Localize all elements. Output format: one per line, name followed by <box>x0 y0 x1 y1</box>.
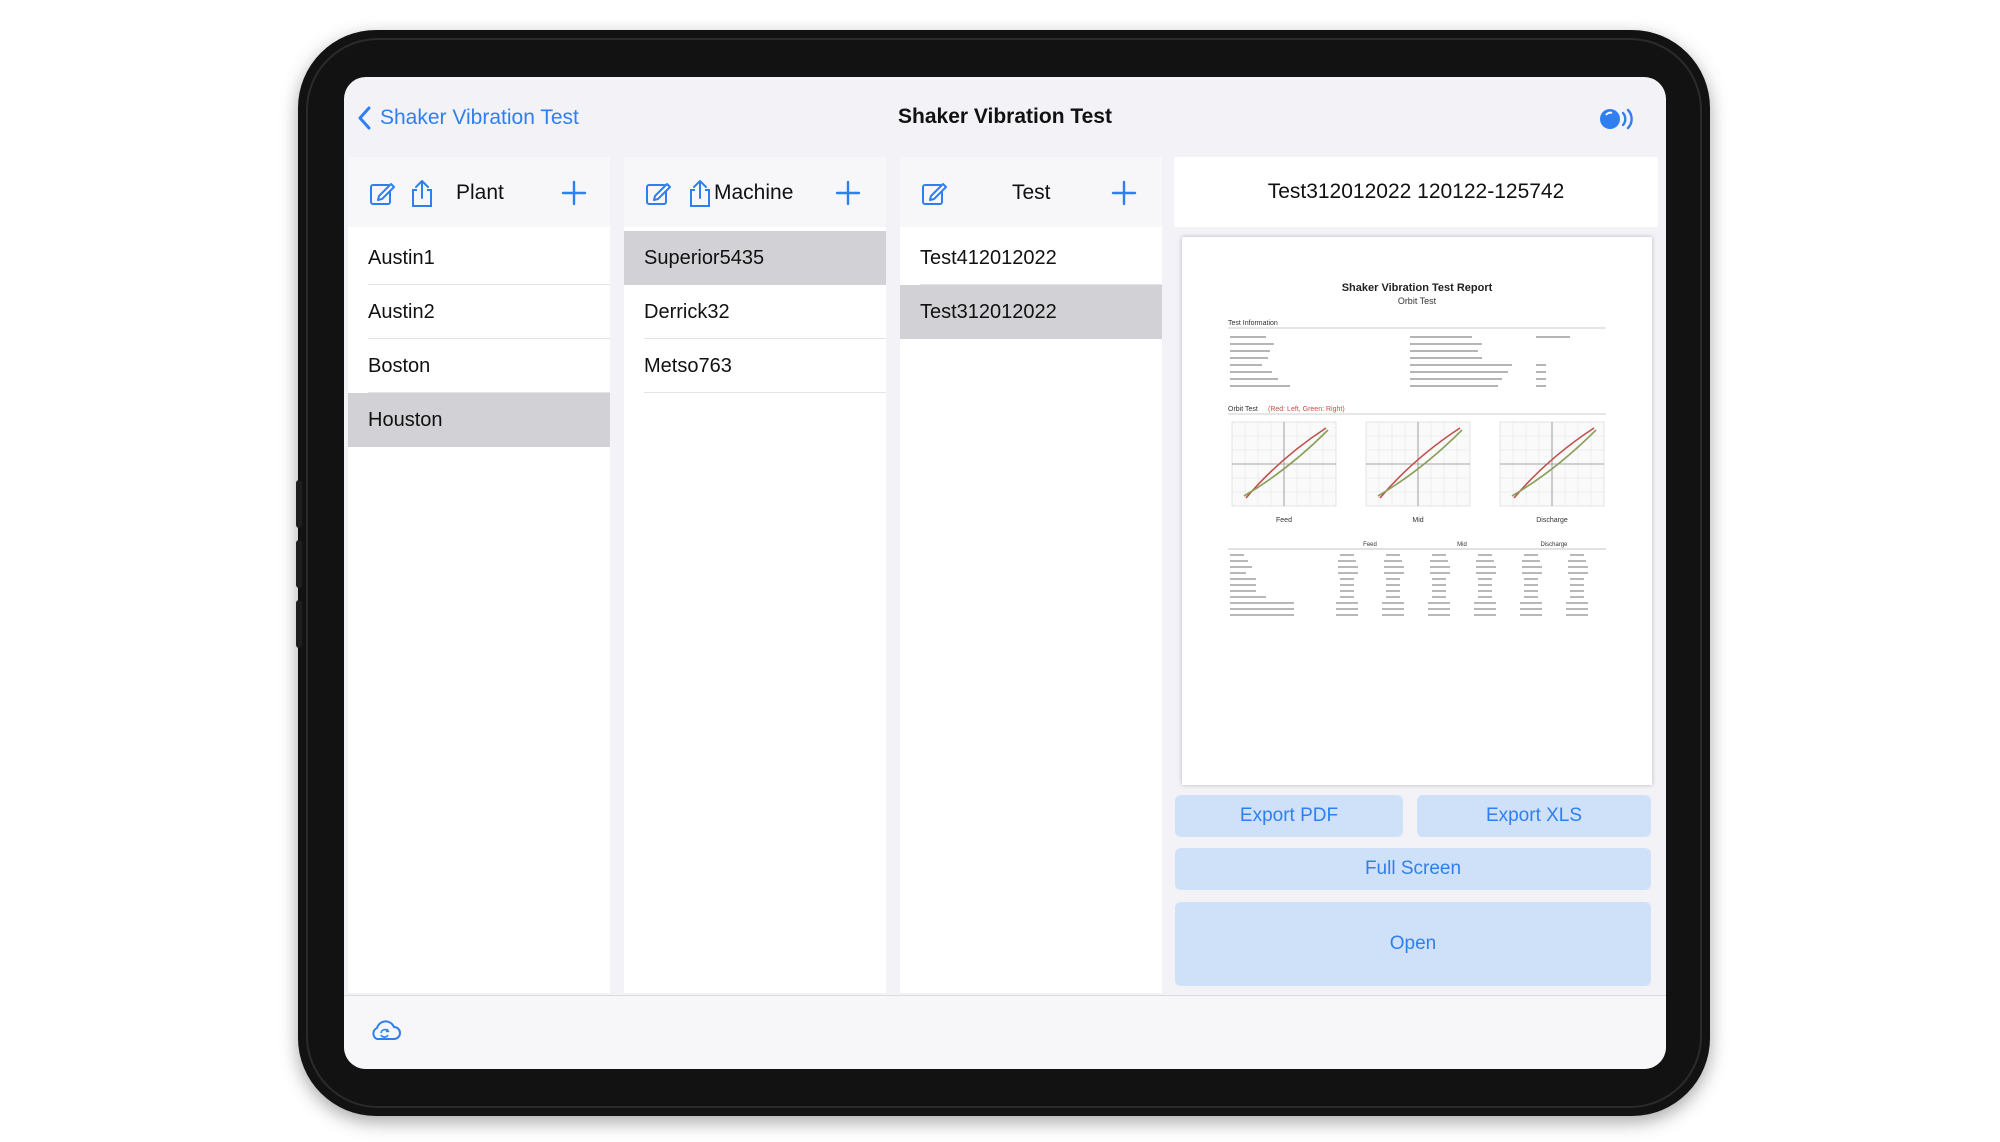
share-icon[interactable] <box>408 179 436 207</box>
page-title: Shaker Vibration Test <box>898 105 1112 128</box>
report-subtitle: Orbit Test <box>1398 296 1437 306</box>
plant-header: Plant <box>348 157 610 227</box>
plant-item-austin1[interactable]: Austin1 <box>348 231 610 285</box>
add-test-icon[interactable] <box>1110 179 1138 207</box>
side-button <box>296 600 302 648</box>
plant-column: Plant Austin1 Austin2 Boston Houston <box>348 157 610 993</box>
edit-icon[interactable] <box>644 179 672 207</box>
report-section-info: Test Information <box>1228 320 1278 327</box>
full-screen-button[interactable]: Full Screen <box>1175 848 1651 890</box>
side-button <box>296 540 302 588</box>
test-header: Test <box>900 157 1162 227</box>
export-pdf-button[interactable]: Export PDF <box>1175 795 1403 837</box>
side-button <box>296 480 302 528</box>
report-page: Shaker Vibration Test Report Orbit Test … <box>1228 282 1606 616</box>
broadcast-button[interactable] <box>1598 107 1636 131</box>
report-title: Shaker Vibration Test Report <box>1342 282 1493 294</box>
add-machine-icon[interactable] <box>834 179 862 207</box>
plant-item-boston[interactable]: Boston <box>348 339 610 393</box>
table-group-feed: Feed <box>1363 542 1377 548</box>
bottom-toolbar <box>344 995 1666 1069</box>
report-info-lines <box>1230 336 1570 387</box>
plant-item-austin2[interactable]: Austin2 <box>348 285 610 339</box>
machine-item-superior5435[interactable]: Superior5435 <box>624 231 886 285</box>
plot-label-feed: Feed <box>1276 517 1292 524</box>
orbit-plot-mid <box>1365 421 1471 507</box>
test-title: Test <box>1012 181 1051 204</box>
plant-item-houston[interactable]: Houston <box>348 393 610 447</box>
plot-label-discharge: Discharge <box>1536 517 1568 524</box>
screen: Shaker Vibration Test Shaker Vibration T… <box>344 77 1666 1069</box>
plant-title: Plant <box>456 181 504 204</box>
report-section-orbit: Orbit Test <box>1228 406 1258 413</box>
test-item-test412012022[interactable]: Test412012022 <box>900 231 1162 285</box>
orbit-plot-discharge <box>1499 421 1605 507</box>
add-plant-icon[interactable] <box>560 179 588 207</box>
test-list: Test412012022 Test312012022 <box>900 231 1162 993</box>
table-group-discharge: Discharge <box>1540 542 1568 548</box>
machine-header: Machine <box>624 157 886 227</box>
edit-icon[interactable] <box>920 179 948 207</box>
machine-title: Machine <box>714 181 794 204</box>
open-button[interactable]: Open <box>1175 902 1651 986</box>
report-table-rows <box>1230 554 1588 616</box>
machine-list: Superior5435 Derrick32 Metso763 <box>624 231 886 993</box>
edit-icon[interactable] <box>368 179 396 207</box>
report-orbit-legend: (Red: Left, Green: Right) <box>1268 406 1345 413</box>
test-column: Test Test412012022 Test312012022 <box>900 157 1162 993</box>
orbit-plot-feed <box>1231 421 1337 507</box>
export-xls-button[interactable]: Export XLS <box>1417 795 1651 837</box>
machine-item-metso763[interactable]: Metso763 <box>624 339 886 393</box>
machine-column: Machine Superior5435 Derrick32 Metso763 <box>624 157 886 993</box>
navigation-bar: Shaker Vibration Test Shaker Vibration T… <box>344 77 1666 153</box>
plot-label-mid: Mid <box>1412 517 1423 524</box>
report-preview[interactable]: Shaker Vibration Test Report Orbit Test … <box>1182 237 1652 785</box>
test-item-test312012022[interactable]: Test312012022 <box>900 285 1162 339</box>
machine-item-derrick32[interactable]: Derrick32 <box>624 285 886 339</box>
table-group-mid: Mid <box>1457 542 1467 548</box>
share-icon[interactable] <box>686 179 714 207</box>
plant-list: Austin1 Austin2 Boston Houston <box>348 231 610 993</box>
cloud-sync-icon[interactable] <box>368 1016 402 1046</box>
broadcast-icon <box>1600 108 1633 130</box>
detail-title: Test312012022 120122-125742 <box>1174 157 1658 227</box>
